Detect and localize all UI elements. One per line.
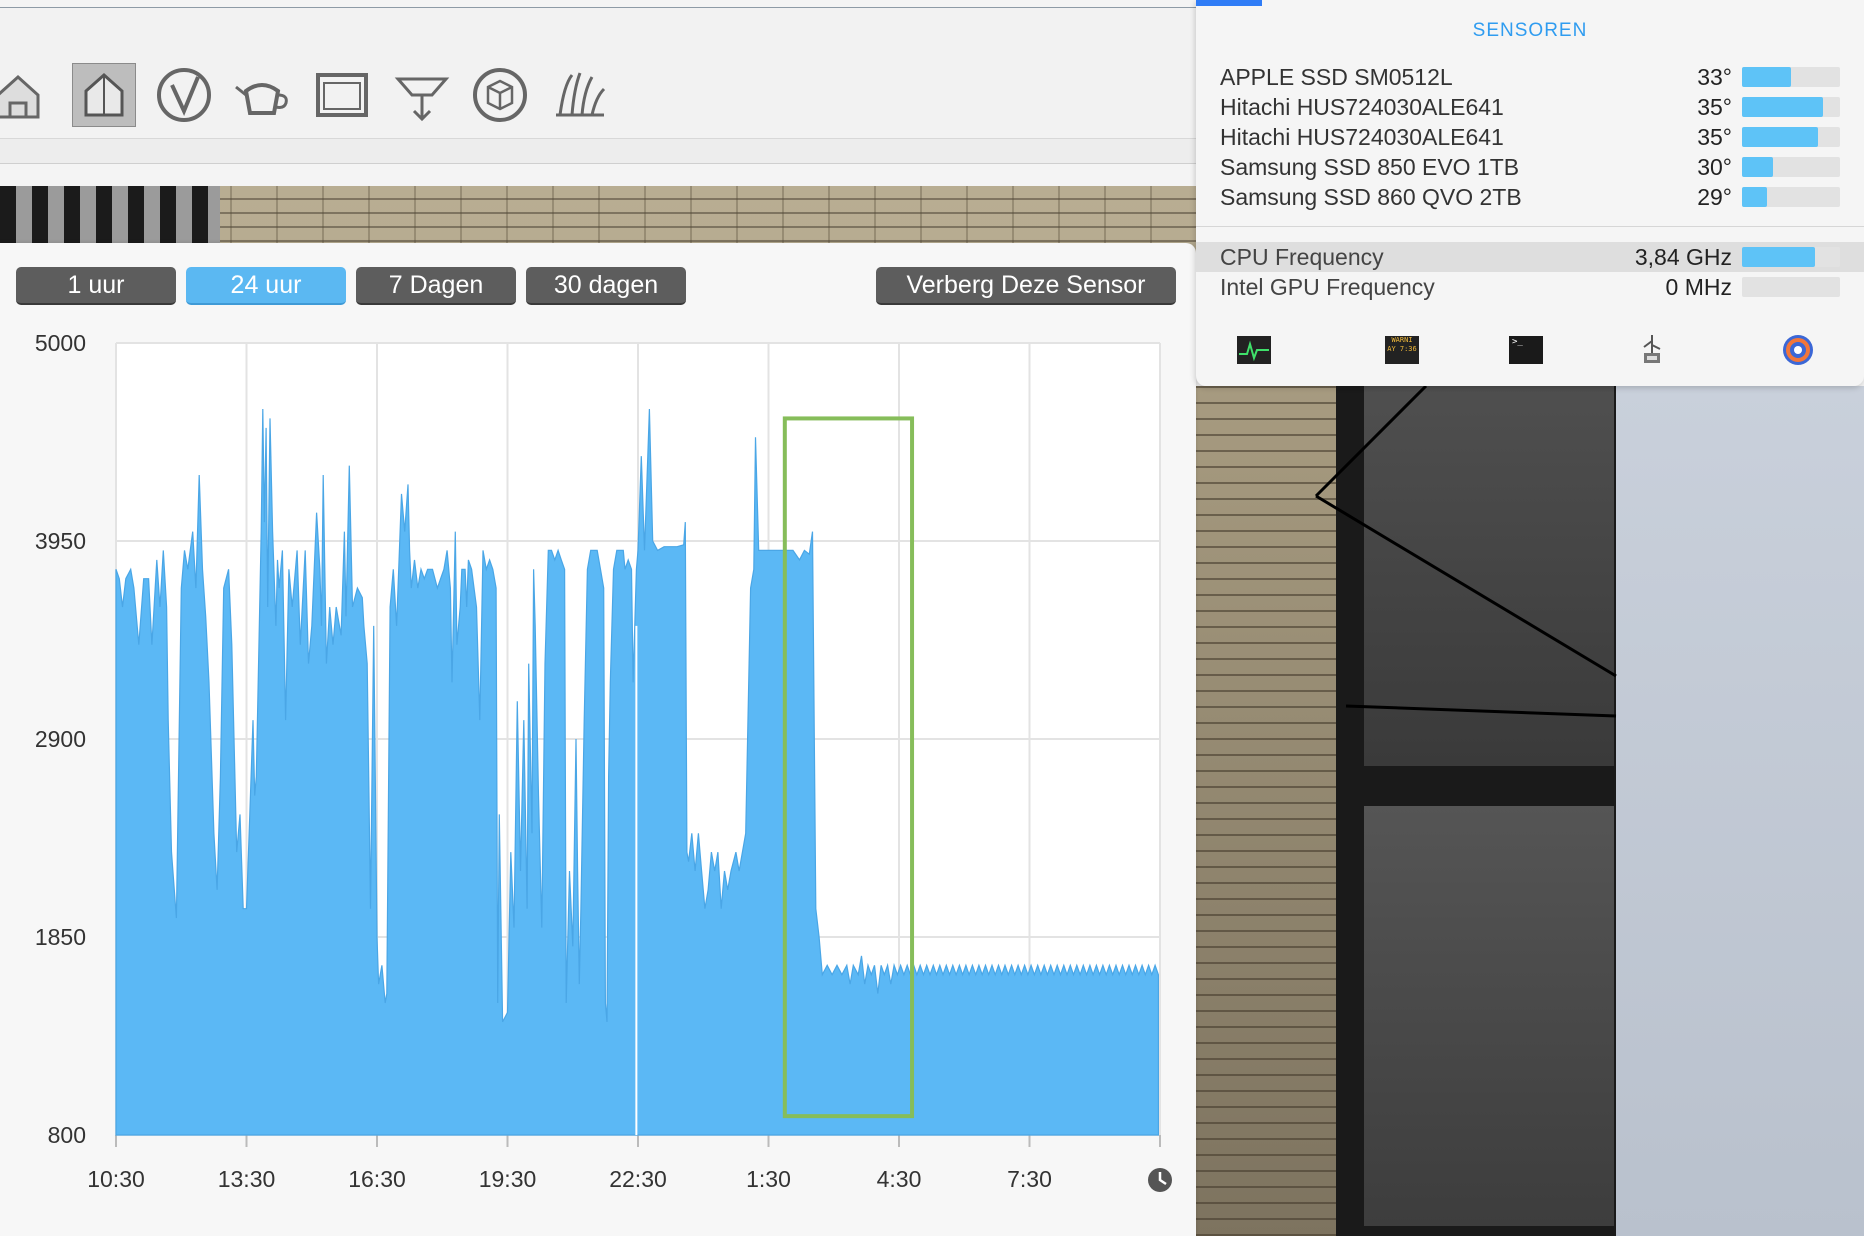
x-tick-label: 13:30 (218, 1166, 276, 1192)
x-tick-label: 4:30 (877, 1166, 922, 1192)
sensor-bar (1742, 157, 1840, 177)
istat-menus-icon[interactable] (1780, 332, 1816, 368)
sensor-graph-panel: 1 uur 24 uur 7 Dagen 30 dagen Verberg De… (0, 243, 1196, 1236)
frame-window-tool-icon[interactable] (310, 63, 374, 127)
sensor-name: Samsung SSD 850 EVO 1TB (1220, 154, 1520, 180)
sensor-row-cpu-frequency[interactable]: CPU Frequency 3,84 GHz (1220, 242, 1840, 272)
y-tick-label: 1850 (35, 924, 86, 950)
sensor-row-disk-2[interactable]: Hitachi HUS724030ALE641 35° (1220, 92, 1840, 122)
sensor-bar-fill (1742, 127, 1819, 147)
sensors-title: SENSOREN (1472, 20, 1588, 41)
sensor-value: 35° (1697, 94, 1732, 120)
sensor-name: APPLE SSD SM0512L (1220, 64, 1453, 90)
sensor-bar-fill (1742, 247, 1815, 267)
x-tick-label: 16:30 (348, 1166, 406, 1192)
sensor-value: 0 MHz (1665, 274, 1732, 300)
sensor-bar (1742, 247, 1840, 267)
sensor-name: Hitachi HUS724030ALE641 (1220, 124, 1504, 150)
sensor-row-disk-3[interactable]: Hitachi HUS724030ALE641 35° (1220, 122, 1840, 152)
cube-sphere-tool-icon[interactable] (468, 63, 532, 127)
sensor-bar (1742, 127, 1840, 147)
sensor-bar-fill (1742, 187, 1768, 207)
vray-tool-icon[interactable] (152, 63, 216, 127)
scene-railing (0, 186, 220, 246)
sensor-name: Hitachi HUS724030ALE641 (1220, 94, 1504, 120)
popover-accent (1196, 0, 1262, 6)
y-tick-label: 5000 (35, 330, 86, 356)
sensor-row-disk-4[interactable]: Samsung SSD 850 EVO 1TB 30° (1220, 152, 1840, 182)
usb-icon[interactable] (1634, 332, 1670, 368)
terminal-icon[interactable]: >_ (1508, 332, 1544, 368)
sensor-row-disk-1[interactable]: APPLE SSD SM0512L 33° (1220, 62, 1840, 92)
sensor-name: Samsung SSD 860 QVO 2TB (1220, 184, 1522, 210)
y-tick-label: 800 (48, 1122, 86, 1148)
sensor-bar (1742, 97, 1840, 117)
y-tick-label: 2900 (35, 726, 86, 752)
sensor-bar-fill (1742, 157, 1774, 177)
sensor-value: 29° (1697, 184, 1732, 210)
y-tick-label: 3950 (35, 528, 86, 554)
terminal-prompt: >_ (1509, 336, 1543, 364)
sensor-bar-fill (1742, 67, 1791, 87)
sensor-bar (1742, 67, 1840, 87)
viewport-scene-right (1196, 386, 1864, 1236)
house-3d-tool-icon[interactable] (72, 63, 136, 127)
activity-monitor-icon[interactable] (1236, 332, 1272, 368)
cpu-frequency-chart: 5000 3950 2900 1850 80010:30 13:30 16:30 19:30 2… (35, 330, 1172, 1192)
sensor-bar (1742, 187, 1840, 207)
sensor-value: 30° (1697, 154, 1732, 180)
console-icon-subtext: AY 7:36 (1387, 345, 1417, 353)
x-tick-label: 7:30 (1007, 1166, 1052, 1192)
sensor-row-disk-5[interactable]: Samsung SSD 860 QVO 2TB 29° (1220, 182, 1840, 212)
teapot-tool-icon[interactable] (230, 63, 294, 127)
sensor-value: 35° (1697, 124, 1732, 150)
house-tool-icon[interactable] (0, 63, 50, 127)
sensors-popover: SENSOREN APPLE SSD SM0512L 33° Hitachi H… (1196, 0, 1864, 386)
sensor-value: 3,84 GHz (1634, 244, 1732, 270)
sensor-name: Intel GPU Frequency (1220, 274, 1435, 300)
x-tick-label: 10:30 (87, 1166, 145, 1192)
popover-divider (1196, 226, 1864, 227)
sensor-row-gpu-frequency[interactable]: Intel GPU Frequency 0 MHz (1220, 272, 1840, 302)
grass-tool-icon[interactable] (548, 63, 612, 127)
light-tool-icon[interactable] (390, 63, 454, 127)
scene-wireframe (1314, 386, 1617, 718)
sensor-value: 33° (1697, 64, 1732, 90)
sensor-bar (1742, 277, 1840, 297)
x-tick-label: 19:30 (479, 1166, 537, 1192)
cad-toolbar (0, 8, 1196, 138)
sensor-bar-fill (1742, 97, 1824, 117)
console-icon-text: WARNI (1391, 336, 1413, 344)
sensor-name: CPU Frequency (1220, 244, 1384, 270)
console-warning-icon[interactable]: WARNI AY 7:36 (1384, 332, 1420, 368)
x-tick-label: 22:30 (609, 1166, 667, 1192)
x-tick-label: 1:30 (746, 1166, 791, 1192)
toolbar-separator (0, 138, 1196, 164)
